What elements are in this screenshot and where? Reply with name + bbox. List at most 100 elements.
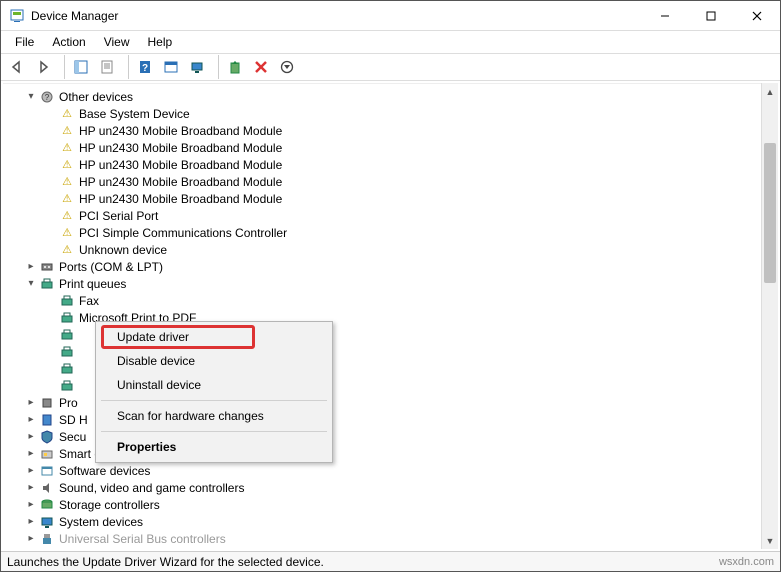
- chevron-right-icon[interactable]: ▸: [23, 531, 39, 547]
- ctx-separator: [101, 400, 327, 401]
- tree-item[interactable]: ⚠PCI Serial Port: [3, 207, 778, 224]
- tree-category-other-devices[interactable]: ▾ ? Other devices: [3, 88, 778, 105]
- status-bar: Launches the Update Driver Wizard for th…: [1, 551, 780, 571]
- sd-icon: [39, 412, 55, 428]
- vertical-scrollbar[interactable]: ▲ ▼: [761, 83, 778, 549]
- warning-device-icon: ⚠: [59, 191, 75, 207]
- sound-icon: [39, 480, 55, 496]
- window-title: Device Manager: [31, 9, 118, 23]
- ctx-update-driver[interactable]: Update driver: [99, 325, 329, 349]
- device-tree-pane[interactable]: ▾ ? Other devices ⚠Base System Device ⚠H…: [3, 83, 778, 549]
- scan-hardware-button[interactable]: [185, 55, 209, 79]
- tree-item[interactable]: ⚠HP un2430 Mobile Broadband Module: [3, 122, 778, 139]
- menu-view[interactable]: View: [96, 33, 138, 51]
- disable-button[interactable]: [275, 55, 299, 79]
- chevron-right-icon[interactable]: ▸: [23, 497, 39, 513]
- warning-device-icon: ⚠: [59, 174, 75, 190]
- printer-icon: [59, 310, 75, 326]
- menu-action[interactable]: Action: [44, 33, 93, 51]
- software-icon: [39, 463, 55, 479]
- tree-item-fax[interactable]: Fax: [3, 292, 778, 309]
- chevron-right-icon[interactable]: ▸: [23, 429, 39, 445]
- update-driver-button[interactable]: [223, 55, 247, 79]
- chevron-right-icon[interactable]: ▸: [23, 395, 39, 411]
- printer-icon: [59, 361, 75, 377]
- maximize-button[interactable]: [688, 1, 734, 31]
- attribution-text: wsxdn.com: [719, 556, 774, 568]
- category-label: Other devices: [59, 90, 133, 104]
- menu-bar: File Action View Help: [1, 31, 780, 53]
- category-label: Ports (COM & LPT): [59, 260, 163, 274]
- chevron-right-icon[interactable]: ▸: [23, 259, 39, 275]
- other-device-icon: ?: [39, 89, 55, 105]
- context-menu: Update driver Disable device Uninstall d…: [95, 321, 333, 463]
- chevron-right-icon[interactable]: ▸: [23, 446, 39, 462]
- show-hide-tree-button[interactable]: [69, 55, 93, 79]
- storage-icon: [39, 497, 55, 513]
- ctx-disable-device[interactable]: Disable device: [99, 349, 329, 373]
- tree-category-ports[interactable]: ▸ Ports (COM & LPT): [3, 258, 778, 275]
- scroll-up-button[interactable]: ▲: [762, 83, 778, 100]
- tree-item[interactable]: ⚠HP un2430 Mobile Broadband Module: [3, 173, 778, 190]
- help-button[interactable]: ?: [133, 55, 157, 79]
- view-button[interactable]: [159, 55, 183, 79]
- chevron-down-icon[interactable]: ▾: [23, 89, 39, 105]
- minimize-button[interactable]: [642, 1, 688, 31]
- tree-category-sound[interactable]: ▸Sound, video and game controllers: [3, 479, 778, 496]
- ctx-scan-hardware[interactable]: Scan for hardware changes: [99, 404, 329, 428]
- warning-device-icon: ⚠: [59, 106, 75, 122]
- security-icon: [39, 429, 55, 445]
- tree-category-system-devices[interactable]: ▸System devices: [3, 513, 778, 530]
- tree-item[interactable]: ⚠HP un2430 Mobile Broadband Module: [3, 139, 778, 156]
- printer-icon: [59, 293, 75, 309]
- category-label: Print queues: [59, 277, 126, 291]
- processor-icon: [39, 395, 55, 411]
- uninstall-button[interactable]: [249, 55, 273, 79]
- printer-icon: [59, 378, 75, 394]
- printer-icon: [59, 327, 75, 343]
- menu-file[interactable]: File: [7, 33, 42, 51]
- warning-device-icon: ⚠: [59, 140, 75, 156]
- tree-item[interactable]: ⚠Base System Device: [3, 105, 778, 122]
- chevron-right-icon[interactable]: ▸: [23, 514, 39, 530]
- properties-button[interactable]: [95, 55, 119, 79]
- smart-card-icon: [39, 446, 55, 462]
- app-icon: [9, 8, 25, 24]
- ctx-separator: [101, 431, 327, 432]
- warning-device-icon: ⚠: [59, 242, 75, 258]
- usb-icon: [39, 531, 55, 547]
- tree-category-usb[interactable]: ▸Universal Serial Bus controllers: [3, 530, 778, 547]
- chevron-right-icon[interactable]: ▸: [23, 480, 39, 496]
- tree-item[interactable]: ⚠PCI Simple Communications Controller: [3, 224, 778, 241]
- tree-category-storage[interactable]: ▸Storage controllers: [3, 496, 778, 513]
- chevron-right-icon[interactable]: ▸: [23, 412, 39, 428]
- chevron-right-icon[interactable]: ▸: [23, 463, 39, 479]
- svg-text:?: ?: [142, 63, 148, 74]
- back-button[interactable]: [5, 55, 29, 79]
- ctx-uninstall-device[interactable]: Uninstall device: [99, 373, 329, 397]
- ctx-properties[interactable]: Properties: [99, 435, 329, 459]
- scroll-thumb[interactable]: [764, 143, 776, 283]
- menu-help[interactable]: Help: [140, 33, 181, 51]
- printer-icon: [59, 344, 75, 360]
- status-text: Launches the Update Driver Wizard for th…: [7, 555, 324, 569]
- tree-category-software-devices[interactable]: ▸Software devices: [3, 462, 778, 479]
- svg-text:?: ?: [45, 93, 50, 102]
- printer-icon: [39, 276, 55, 292]
- scroll-down-button[interactable]: ▼: [762, 532, 778, 549]
- tree-category-print-queues[interactable]: ▾ Print queues: [3, 275, 778, 292]
- title-bar: Device Manager: [1, 1, 780, 31]
- system-icon: [39, 514, 55, 530]
- chevron-down-icon[interactable]: ▾: [23, 276, 39, 292]
- ports-icon: [39, 259, 55, 275]
- tree-item[interactable]: ⚠HP un2430 Mobile Broadband Module: [3, 156, 778, 173]
- warning-device-icon: ⚠: [59, 225, 75, 241]
- tree-item[interactable]: ⚠Unknown device: [3, 241, 778, 258]
- tree-item[interactable]: ⚠HP un2430 Mobile Broadband Module: [3, 190, 778, 207]
- toolbar: ?: [1, 53, 780, 81]
- close-button[interactable]: [734, 1, 780, 31]
- forward-button[interactable]: [31, 55, 55, 79]
- warning-device-icon: ⚠: [59, 123, 75, 139]
- warning-device-icon: ⚠: [59, 157, 75, 173]
- warning-device-icon: ⚠: [59, 208, 75, 224]
